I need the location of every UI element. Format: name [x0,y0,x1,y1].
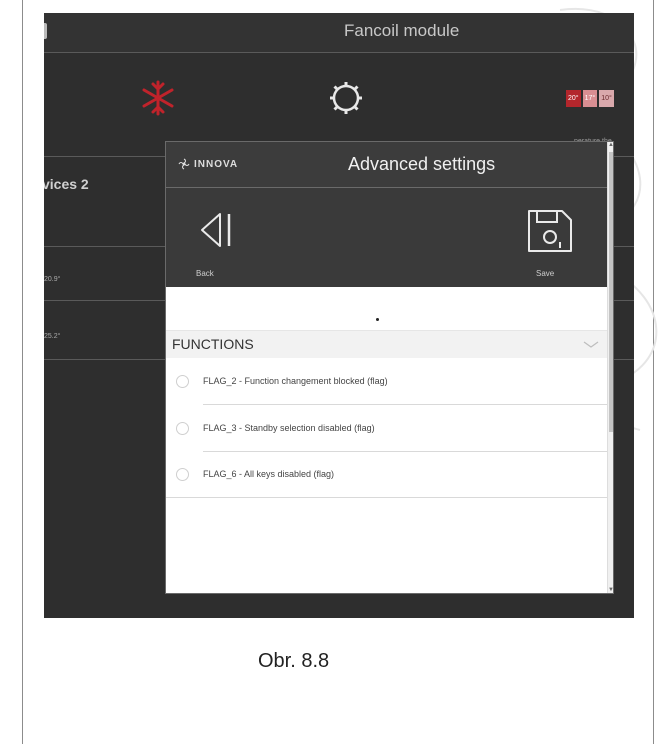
brand-name: INNOVA [194,158,239,170]
devices-label: vices 2 [44,176,89,192]
back-icon [201,213,231,247]
list-item[interactable]: FLAG_6 - All keys disabled (flag) [166,454,609,498]
functions-section-header[interactable]: FUNCTIONS [166,330,609,358]
dialog-content: FUNCTIONS FLAG_2 - Function changement b… [166,287,609,593]
section-title: FUNCTIONS [172,336,254,352]
scroll-up-icon[interactable]: ▲ [608,142,614,148]
divider [203,451,609,452]
dialog-title: Advanced settings [348,154,496,174]
figure-caption: Obr. 8.8 [258,650,330,672]
divider [166,497,609,498]
divider [203,404,609,405]
loading-dot [376,318,379,321]
list-item[interactable]: FLAG_3 - Standby selection disabled (fla… [166,408,609,452]
menu-icon[interactable] [44,23,47,39]
item-label: FLAG_6 - All keys disabled (flag) [203,469,335,479]
radio-button[interactable] [176,468,189,481]
dialog-header: INNOVA Advanced settings [166,142,609,188]
fan-logo-icon [178,158,190,170]
brand-logo: INNOVA [178,158,238,170]
device-value: 25.2° [44,333,61,340]
scrollbar[interactable]: ▲ ▼ [607,142,614,593]
save-button[interactable]: Save [511,188,591,287]
scroll-thumb[interactable] [609,152,613,432]
item-label: FLAG_3 - Standby selection disabled (fla… [203,423,375,433]
app-screenshot: Fancoil module 20° 17° 10° perature the … [44,13,634,618]
advanced-settings-dialog: INNOVA Advanced settings Back Save FUNCT… [165,141,614,594]
back-button[interactable]: Back [186,188,266,287]
radio-button[interactable] [176,375,189,388]
temperature-badges: 20° 17° 10° [566,90,614,107]
snowflake-icon[interactable] [138,78,178,118]
dialog-toolbar: Back Save [166,188,609,287]
app-title: Fancoil module [344,21,460,40]
scroll-down-icon[interactable]: ▼ [608,587,614,593]
save-label: Save [536,269,555,278]
chevron-down-icon[interactable] [583,340,599,350]
app-header: Fancoil module [44,13,634,53]
floppy-disk-icon [528,210,572,252]
gear-icon[interactable] [326,78,366,118]
temp-badge[interactable]: 10° [599,90,614,107]
temp-badge[interactable]: 20° [566,90,581,107]
radio-button[interactable] [176,422,189,435]
back-label: Back [196,269,214,278]
device-value: 20.9° [44,276,61,283]
temp-badge[interactable]: 17° [582,90,598,107]
item-label: FLAG_2 - Function changement blocked (fl… [203,376,388,386]
list-item[interactable]: FLAG_2 - Function changement blocked (fl… [166,361,609,405]
